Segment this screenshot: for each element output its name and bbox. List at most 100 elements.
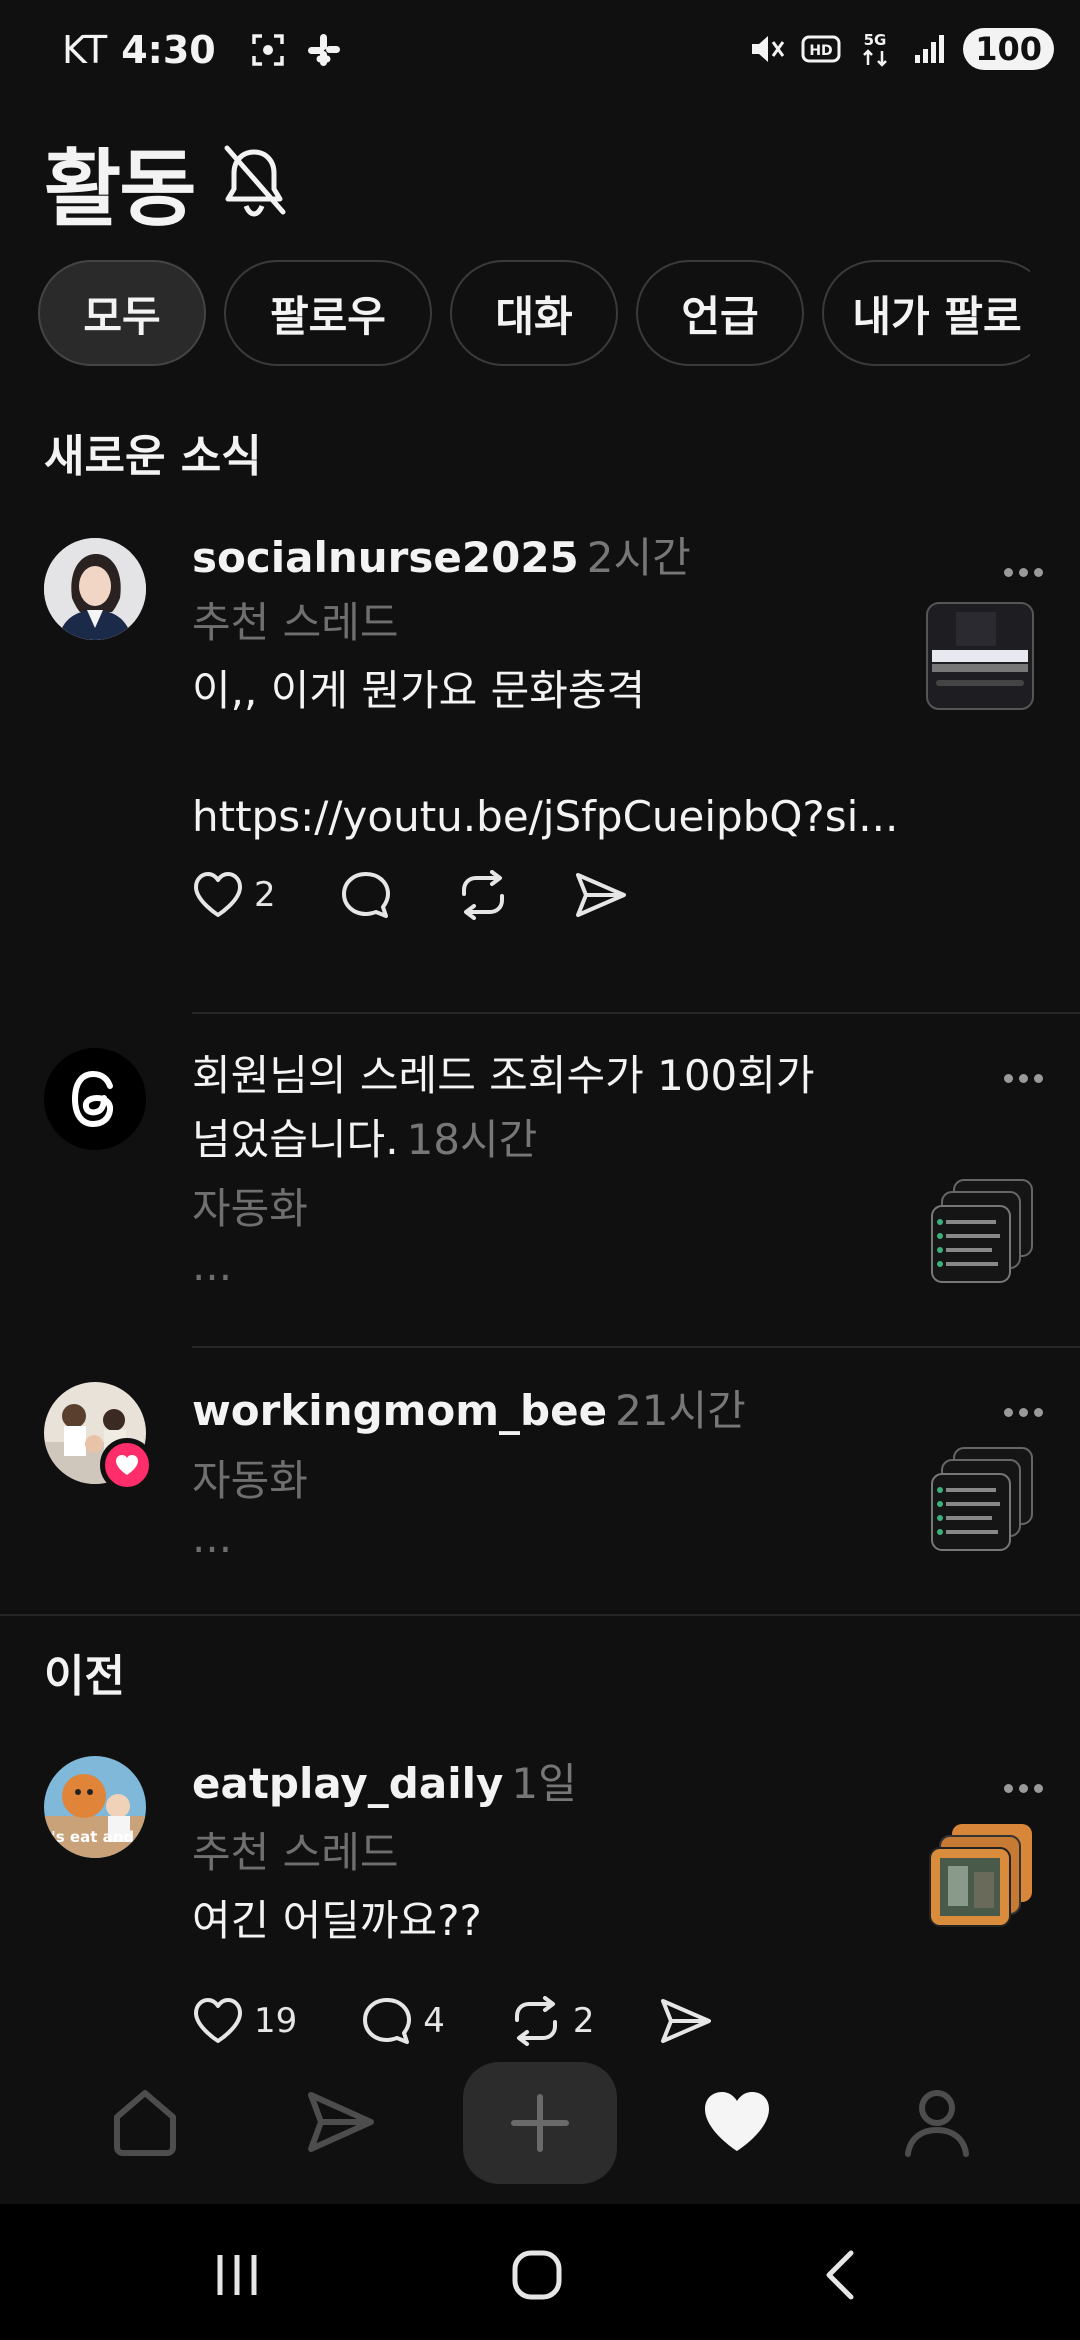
avatar[interactable]: [44, 1382, 154, 1492]
more-options-button[interactable]: [1004, 1068, 1048, 1088]
screenshot-icon: [248, 30, 288, 70]
repost-button[interactable]: [456, 870, 510, 920]
section-title-earlier: 이전: [44, 1651, 125, 1702]
post-thumbnail-stack[interactable]: [928, 1822, 1034, 1932]
clock: 4:30: [121, 28, 216, 72]
timestamp: 21시간: [615, 1386, 746, 1435]
like-count: 2: [254, 875, 276, 915]
page-header: 활동: [44, 122, 289, 243]
comment-button[interactable]: [340, 870, 392, 920]
heart-badge-icon: [100, 1438, 154, 1492]
divider: [192, 1346, 1080, 1348]
section-divider: [0, 1614, 1080, 1616]
repost-icon: [514, 1996, 557, 2046]
share-button[interactable]: [659, 1997, 713, 2045]
slack-icon: [304, 30, 344, 70]
post-text: 여긴 어딜까요??: [192, 1896, 482, 1945]
nav-messages-button[interactable]: [266, 2062, 416, 2182]
more-options-button[interactable]: [1004, 562, 1048, 582]
item-subtitle: 자동화: [192, 1184, 308, 1233]
heart-icon: [194, 872, 242, 917]
repost-count: 2: [572, 2001, 595, 2041]
post-link[interactable]: https://youtu.be/jSfpCueipbQ?si...: [192, 786, 898, 848]
chip-follow[interactable]: 팔로우: [224, 260, 432, 366]
send-icon: [308, 2092, 374, 2152]
back-button[interactable]: [806, 2240, 876, 2310]
chip-all[interactable]: 모두: [38, 260, 206, 366]
nav-create-button[interactable]: [463, 2062, 617, 2184]
svg-text:HD: HD: [810, 43, 833, 59]
avatar[interactable]: [44, 1048, 146, 1150]
comment-button[interactable]: 4: [361, 1996, 445, 2046]
comment-count: 4: [423, 2001, 445, 2041]
filter-chips: 모두 팔로우 대화 언급 내가 팔로: [38, 260, 1030, 368]
heart-icon: [194, 1998, 242, 2043]
username[interactable]: eatplay_daily: [192, 1759, 503, 1808]
bell-off-icon[interactable]: [219, 142, 289, 224]
post-text: 이,, 이게 뭔가요 문화충격: [192, 666, 646, 715]
post-thumbnail-stack[interactable]: [930, 1178, 1034, 1288]
username[interactable]: workingmom_bee: [192, 1386, 607, 1435]
username[interactable]: socialnurse2025: [192, 533, 579, 582]
threads-logo-icon: [44, 1048, 146, 1150]
page-title: 활동: [44, 140, 197, 238]
like-button[interactable]: 2: [192, 871, 276, 919]
timestamp: 18시간: [406, 1115, 538, 1164]
timestamp: 1일: [511, 1759, 577, 1808]
system-navigation-bar: [0, 2204, 1080, 2340]
like-button[interactable]: 19: [192, 1997, 297, 2045]
chip-mention[interactable]: 언급: [636, 260, 804, 366]
post-thumbnail-stack[interactable]: [930, 1446, 1034, 1556]
home-button[interactable]: [502, 2240, 572, 2310]
nav-activity-button[interactable]: [662, 2062, 812, 2182]
activity-item[interactable]: t's eat and pl eatplay_daily 1일 추천 스레드 여긴…: [0, 1756, 1080, 2046]
plus-icon: [511, 2094, 569, 2152]
more-options-button[interactable]: [1004, 1778, 1048, 1798]
item-subtitle: 추천 스레드: [192, 1828, 399, 1877]
nav-profile-button[interactable]: [862, 2062, 1012, 2182]
profile-icon: [905, 2090, 969, 2157]
avatar-caption: t's eat and pl: [44, 1828, 146, 1846]
mute-icon: [747, 29, 787, 69]
recents-icon: [217, 2255, 257, 2295]
item-subtitle: 자동화: [192, 1456, 308, 1505]
more-options-button[interactable]: [1004, 1402, 1048, 1422]
activity-item[interactable]: workingmom_bee 21시간 자동화 ...: [0, 1378, 1080, 1598]
heart-filled-icon: [705, 2092, 769, 2151]
battery-level: 100: [963, 28, 1054, 70]
repost-button[interactable]: 2: [509, 1996, 595, 2046]
notification-text: 회원님의 스레드 조회수가 100회가: [192, 1051, 815, 1100]
avatar[interactable]: t's eat and pl: [44, 1756, 146, 1858]
hd-icon: HD: [801, 29, 841, 69]
back-chevron-icon: [826, 2250, 854, 2300]
item-subtitle: 추천 스레드: [192, 598, 399, 647]
divider: [192, 1012, 1080, 1014]
activity-item[interactable]: 회원님의 스레드 조회수가 100회가 넘었습니다. 18시간 자동화 ...: [0, 1044, 1080, 1344]
home-circle-icon: [512, 2250, 562, 2300]
svg-text:5G: 5G: [864, 31, 887, 49]
share-button[interactable]: [574, 871, 628, 919]
carrier-label: KT: [62, 28, 108, 72]
chip-conversation[interactable]: 대화: [450, 260, 618, 366]
comment-icon: [363, 1998, 412, 2044]
section-title-new: 새로운 소식: [44, 431, 262, 482]
send-icon: [660, 1999, 711, 2043]
chip-my-follows[interactable]: 내가 팔로: [822, 260, 1030, 366]
5g-icon: 5G: [855, 29, 895, 69]
recents-button[interactable]: [202, 2240, 272, 2310]
like-count: 19: [254, 2001, 298, 2041]
send-icon: [575, 873, 626, 917]
avatar[interactable]: [44, 538, 146, 640]
repost-icon: [461, 870, 504, 920]
status-bar: KT 4:30 HD 5G 100: [0, 0, 1080, 100]
comment-icon: [341, 872, 390, 918]
activity-item[interactable]: socialnurse2025 2시간 추천 스레드 이,, 이게 뭔가요 문화충…: [0, 530, 1080, 1010]
notification-text: 넘었습니다.: [192, 1115, 399, 1164]
post-thumbnail[interactable]: [926, 602, 1034, 714]
timestamp: 2시간: [586, 533, 691, 582]
nav-home-button[interactable]: [70, 2062, 220, 2182]
item-ellipsis: ...: [192, 1513, 233, 1562]
signal-icon: [909, 29, 949, 69]
item-ellipsis: ...: [192, 1241, 233, 1290]
home-icon: [114, 2090, 176, 2156]
